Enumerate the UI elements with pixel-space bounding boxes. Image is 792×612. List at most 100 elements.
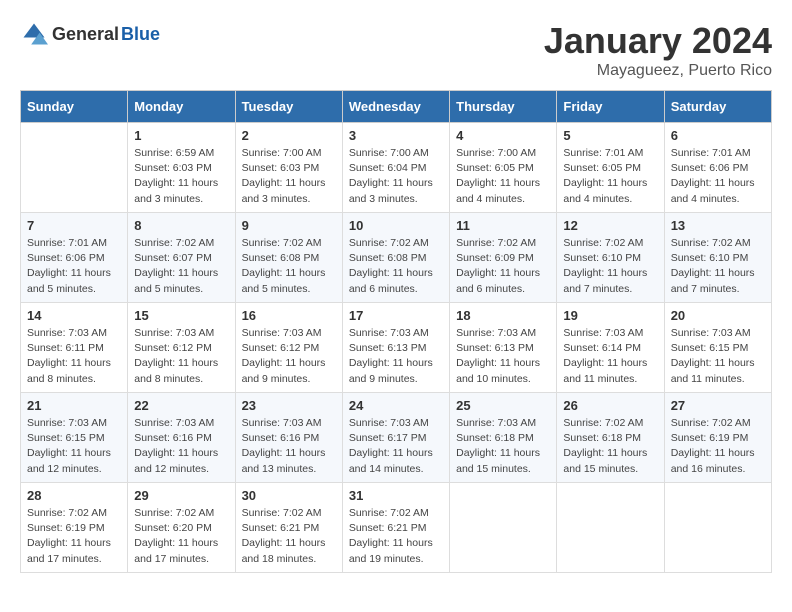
day-info: Sunrise: 7:02 AM Sunset: 6:10 PM Dayligh…	[671, 236, 765, 297]
month-title: January 2024	[544, 20, 772, 62]
day-number: 20	[671, 308, 765, 323]
calendar-cell: 19 Sunrise: 7:03 AM Sunset: 6:14 PM Dayli…	[557, 303, 664, 393]
day-number: 7	[27, 218, 121, 233]
title-block: January 2024 Mayagueez, Puerto Rico	[544, 20, 772, 80]
day-info: Sunrise: 7:03 AM Sunset: 6:16 PM Dayligh…	[134, 416, 228, 477]
calendar-cell: 28Sunrise: 7:02 AM Sunset: 6:19 PM Dayli…	[21, 483, 128, 573]
day-number: 15	[134, 308, 228, 323]
calendar-cell: 9 Sunrise: 7:02 AM Sunset: 6:08 PM Daylig…	[235, 213, 342, 303]
calendar-week-row: 28Sunrise: 7:02 AM Sunset: 6:19 PM Dayli…	[21, 483, 772, 573]
header-day: Wednesday	[342, 91, 449, 123]
location-title: Mayagueez, Puerto Rico	[544, 62, 772, 80]
day-number: 24	[349, 398, 443, 413]
calendar-cell: 17 Sunrise: 7:03 AM Sunset: 6:13 PM Dayli…	[342, 303, 449, 393]
header-day: Tuesday	[235, 91, 342, 123]
day-info: Sunrise: 7:01 AM Sunset: 6:06 PM Dayligh…	[27, 236, 121, 297]
day-number: 28	[27, 488, 121, 503]
page-header: General Blue January 2024 Mayagueez, Pue…	[20, 20, 772, 80]
day-number: 17	[349, 308, 443, 323]
calendar-cell: 24 Sunrise: 7:03 AM Sunset: 6:17 PM Dayli…	[342, 393, 449, 483]
calendar-table: SundayMondayTuesdayWednesdayThursdayFrid…	[20, 90, 772, 573]
calendar-cell: 18 Sunrise: 7:03 AM Sunset: 6:13 PM Dayli…	[450, 303, 557, 393]
day-info: Sunrise: 7:02 AM Sunset: 6:18 PM Dayligh…	[563, 416, 657, 477]
day-number: 6	[671, 128, 765, 143]
day-number: 21	[27, 398, 121, 413]
calendar-week-row: 21Sunrise: 7:03 AM Sunset: 6:15 PM Dayli…	[21, 393, 772, 483]
day-info: Sunrise: 7:02 AM Sunset: 6:21 PM Dayligh…	[242, 506, 336, 567]
day-info: Sunrise: 7:03 AM Sunset: 6:18 PM Dayligh…	[456, 416, 550, 477]
calendar-cell	[664, 483, 771, 573]
day-number: 9	[242, 218, 336, 233]
calendar-cell: 14 Sunrise: 7:03 AM Sunset: 6:11 PM Dayli…	[21, 303, 128, 393]
day-info: Sunrise: 7:03 AM Sunset: 6:13 PM Dayligh…	[456, 326, 550, 387]
day-number: 3	[349, 128, 443, 143]
day-number: 26	[563, 398, 657, 413]
calendar-cell: 15 Sunrise: 7:03 AM Sunset: 6:12 PM Dayli…	[128, 303, 235, 393]
calendar-cell: 5Sunrise: 7:01 AM Sunset: 6:05 PM Daylig…	[557, 123, 664, 213]
calendar-cell: 8Sunrise: 7:02 AM Sunset: 6:07 PM Daylig…	[128, 213, 235, 303]
calendar-cell: 31 Sunrise: 7:02 AM Sunset: 6:21 PM Dayli…	[342, 483, 449, 573]
day-info: Sunrise: 7:00 AM Sunset: 6:04 PM Dayligh…	[349, 146, 443, 207]
day-info: Sunrise: 7:01 AM Sunset: 6:05 PM Dayligh…	[563, 146, 657, 207]
day-number: 4	[456, 128, 550, 143]
day-info: Sunrise: 6:59 AM Sunset: 6:03 PM Dayligh…	[134, 146, 228, 207]
day-info: Sunrise: 7:03 AM Sunset: 6:14 PM Dayligh…	[563, 326, 657, 387]
header-day: Monday	[128, 91, 235, 123]
day-info: Sunrise: 7:01 AM Sunset: 6:06 PM Dayligh…	[671, 146, 765, 207]
day-number: 2	[242, 128, 336, 143]
calendar-cell: 4 Sunrise: 7:00 AM Sunset: 6:05 PM Daylig…	[450, 123, 557, 213]
day-info: Sunrise: 7:03 AM Sunset: 6:12 PM Dayligh…	[242, 326, 336, 387]
day-number: 30	[242, 488, 336, 503]
day-number: 19	[563, 308, 657, 323]
calendar-cell: 7 Sunrise: 7:01 AM Sunset: 6:06 PM Daylig…	[21, 213, 128, 303]
calendar-cell: 20Sunrise: 7:03 AM Sunset: 6:15 PM Dayli…	[664, 303, 771, 393]
calendar-week-row: 7 Sunrise: 7:01 AM Sunset: 6:06 PM Daylig…	[21, 213, 772, 303]
calendar-cell: 22 Sunrise: 7:03 AM Sunset: 6:16 PM Dayli…	[128, 393, 235, 483]
day-number: 13	[671, 218, 765, 233]
calendar-cell: 16Sunrise: 7:03 AM Sunset: 6:12 PM Dayli…	[235, 303, 342, 393]
day-info: Sunrise: 7:02 AM Sunset: 6:19 PM Dayligh…	[671, 416, 765, 477]
day-number: 14	[27, 308, 121, 323]
calendar-cell: 25 Sunrise: 7:03 AM Sunset: 6:18 PM Dayli…	[450, 393, 557, 483]
day-number: 10	[349, 218, 443, 233]
day-number: 1	[134, 128, 228, 143]
day-number: 27	[671, 398, 765, 413]
calendar-cell: 23Sunrise: 7:03 AM Sunset: 6:16 PM Dayli…	[235, 393, 342, 483]
day-number: 11	[456, 218, 550, 233]
logo-general: General	[52, 24, 119, 45]
day-info: Sunrise: 7:02 AM Sunset: 6:21 PM Dayligh…	[349, 506, 443, 567]
calendar-cell	[557, 483, 664, 573]
calendar-cell: 26 Sunrise: 7:02 AM Sunset: 6:18 PM Dayli…	[557, 393, 664, 483]
day-info: Sunrise: 7:03 AM Sunset: 6:11 PM Dayligh…	[27, 326, 121, 387]
calendar-cell: 3 Sunrise: 7:00 AM Sunset: 6:04 PM Daylig…	[342, 123, 449, 213]
day-number: 31	[349, 488, 443, 503]
calendar-cell: 2Sunrise: 7:00 AM Sunset: 6:03 PM Daylig…	[235, 123, 342, 213]
calendar-cell: 6 Sunrise: 7:01 AM Sunset: 6:06 PM Daylig…	[664, 123, 771, 213]
day-info: Sunrise: 7:03 AM Sunset: 6:12 PM Dayligh…	[134, 326, 228, 387]
header-row: SundayMondayTuesdayWednesdayThursdayFrid…	[21, 91, 772, 123]
calendar-cell	[450, 483, 557, 573]
day-number: 22	[134, 398, 228, 413]
day-number: 25	[456, 398, 550, 413]
calendar-cell: 13 Sunrise: 7:02 AM Sunset: 6:10 PM Dayli…	[664, 213, 771, 303]
calendar-week-row: 14 Sunrise: 7:03 AM Sunset: 6:11 PM Dayli…	[21, 303, 772, 393]
calendar-cell: 10 Sunrise: 7:02 AM Sunset: 6:08 PM Dayli…	[342, 213, 449, 303]
day-info: Sunrise: 7:02 AM Sunset: 6:07 PM Dayligh…	[134, 236, 228, 297]
day-number: 29	[134, 488, 228, 503]
day-number: 18	[456, 308, 550, 323]
header-day: Thursday	[450, 91, 557, 123]
day-number: 23	[242, 398, 336, 413]
header-day: Saturday	[664, 91, 771, 123]
calendar-cell: 21Sunrise: 7:03 AM Sunset: 6:15 PM Dayli…	[21, 393, 128, 483]
day-info: Sunrise: 7:02 AM Sunset: 6:08 PM Dayligh…	[349, 236, 443, 297]
day-info: Sunrise: 7:02 AM Sunset: 6:08 PM Dayligh…	[242, 236, 336, 297]
day-info: Sunrise: 7:03 AM Sunset: 6:17 PM Dayligh…	[349, 416, 443, 477]
day-info: Sunrise: 7:03 AM Sunset: 6:13 PM Dayligh…	[349, 326, 443, 387]
logo: General Blue	[20, 20, 160, 48]
day-info: Sunrise: 7:02 AM Sunset: 6:09 PM Dayligh…	[456, 236, 550, 297]
calendar-cell: 27 Sunrise: 7:02 AM Sunset: 6:19 PM Dayli…	[664, 393, 771, 483]
calendar-week-row: 1 Sunrise: 6:59 AM Sunset: 6:03 PM Daylig…	[21, 123, 772, 213]
day-number: 12	[563, 218, 657, 233]
calendar-cell: 11 Sunrise: 7:02 AM Sunset: 6:09 PM Dayli…	[450, 213, 557, 303]
day-info: Sunrise: 7:00 AM Sunset: 6:05 PM Dayligh…	[456, 146, 550, 207]
